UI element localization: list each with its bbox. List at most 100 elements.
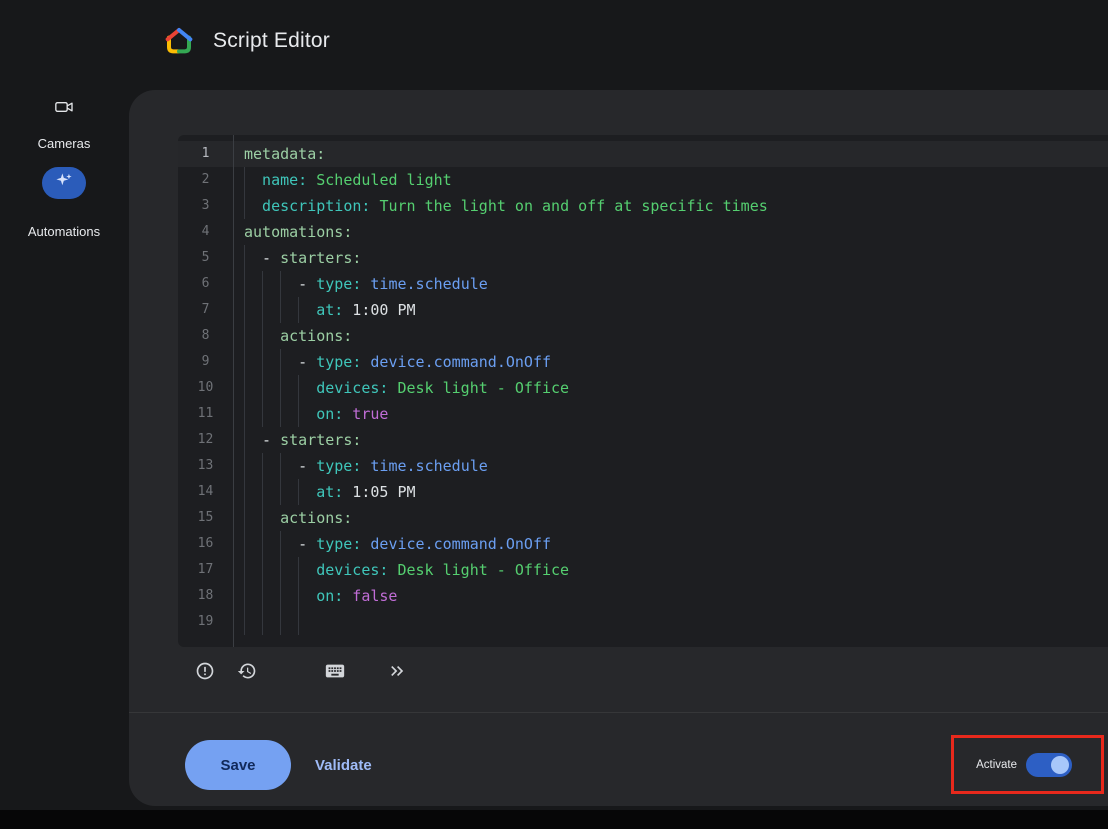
validate-button[interactable]: Validate	[315, 740, 372, 790]
line-number: 15	[178, 505, 233, 531]
error-icon	[195, 661, 215, 684]
line-number: 4	[178, 219, 233, 245]
code-line[interactable]: 10devices: Desk light - Office	[178, 375, 1108, 401]
indent-guide	[244, 245, 262, 271]
footer-divider	[129, 712, 1108, 713]
code-line[interactable]: 8actions:	[178, 323, 1108, 349]
code-line[interactable]: 1metadata:	[178, 141, 1108, 167]
code-line[interactable]: 13- type: time.schedule	[178, 453, 1108, 479]
line-number: 8	[178, 323, 233, 349]
save-button[interactable]: Save	[185, 740, 291, 790]
line-number: 13	[178, 453, 233, 479]
indent-guide	[280, 453, 298, 479]
code-line[interactable]: 12- starters:	[178, 427, 1108, 453]
sidebar-item-label: Automations	[28, 224, 100, 239]
line-number: 16	[178, 531, 233, 557]
code-line[interactable]: 2name: Scheduled light	[178, 167, 1108, 193]
editor-toolbar	[186, 650, 416, 694]
indent-guide	[298, 401, 316, 427]
sidebar-item-label: Cameras	[38, 136, 91, 151]
indent-guide	[280, 479, 298, 505]
code-text: at: 1:05 PM	[233, 483, 416, 501]
code-line[interactable]: 9- type: device.command.OnOff	[178, 349, 1108, 375]
indent-guide	[262, 583, 280, 609]
code-text	[233, 613, 316, 631]
code-text: actions:	[233, 327, 352, 345]
code-text: description: Turn the light on and off a…	[233, 197, 768, 215]
indent-guide	[262, 297, 280, 323]
line-number: 5	[178, 245, 233, 271]
indent-guide	[262, 401, 280, 427]
indent-guide	[298, 297, 316, 323]
indent-guide	[262, 531, 280, 557]
sparkle-icon	[55, 171, 74, 195]
line-number: 17	[178, 557, 233, 583]
indent-guide	[262, 271, 280, 297]
indent-guide	[262, 609, 280, 635]
code-line[interactable]: 6- type: time.schedule	[178, 271, 1108, 297]
code-text: at: 1:00 PM	[233, 301, 416, 319]
indent-guide	[244, 349, 262, 375]
line-number: 19	[178, 609, 233, 635]
line-number: 11	[178, 401, 233, 427]
code-text: - starters:	[233, 249, 361, 267]
sidebar-item-automations[interactable]: Automations	[14, 167, 114, 239]
code-line[interactable]: 16- type: device.command.OnOff	[178, 531, 1108, 557]
code-text: automations:	[233, 223, 352, 241]
code-line[interactable]: 3description: Turn the light on and off …	[178, 193, 1108, 219]
code-line[interactable]: 14at: 1:05 PM	[178, 479, 1108, 505]
indent-guide	[280, 583, 298, 609]
code-line[interactable]: 5- starters:	[178, 245, 1108, 271]
history-button[interactable]	[228, 653, 266, 691]
indent-guide	[280, 609, 298, 635]
indent-guide	[244, 323, 262, 349]
keyboard-button[interactable]	[316, 653, 354, 691]
activate-control: Activate	[976, 740, 1072, 790]
line-number: 2	[178, 167, 233, 193]
code-line[interactable]: 15actions:	[178, 505, 1108, 531]
code-text: name: Scheduled light	[233, 171, 452, 189]
code-text: - starters:	[233, 431, 361, 449]
line-number: 10	[178, 375, 233, 401]
line-number: 18	[178, 583, 233, 609]
code-text: devices: Desk light - Office	[233, 561, 569, 579]
sidebar-item-cameras[interactable]: Cameras	[14, 96, 114, 151]
code-line[interactable]: 4automations:	[178, 219, 1108, 245]
indent-guide	[244, 505, 262, 531]
indent-guide	[298, 583, 316, 609]
toggle-thumb	[1051, 756, 1069, 774]
indent-guide	[262, 557, 280, 583]
page-title: Script Editor	[213, 29, 330, 53]
code-line[interactable]: 11on: true	[178, 401, 1108, 427]
indent-guide	[244, 193, 262, 219]
line-number: 7	[178, 297, 233, 323]
indent-guide	[298, 375, 316, 401]
indent-guide	[262, 349, 280, 375]
indent-guide	[262, 479, 280, 505]
problems-button[interactable]	[186, 653, 224, 691]
line-number: 6	[178, 271, 233, 297]
code-text: - type: time.schedule	[233, 275, 488, 293]
code-text: metadata:	[233, 145, 325, 163]
keyboard-icon	[324, 660, 346, 685]
indent-guide	[244, 375, 262, 401]
line-number: 9	[178, 349, 233, 375]
code-text: on: true	[233, 405, 388, 423]
code-lines[interactable]: 1metadata:2name: Scheduled light3descrip…	[178, 135, 1108, 647]
indent-guide	[262, 453, 280, 479]
code-line[interactable]: 7at: 1:00 PM	[178, 297, 1108, 323]
activate-toggle[interactable]	[1026, 753, 1072, 777]
code-line[interactable]: 19	[178, 609, 1108, 635]
code-editor[interactable]: 1metadata:2name: Scheduled light3descrip…	[178, 135, 1108, 647]
code-line[interactable]: 18on: false	[178, 583, 1108, 609]
camera-icon	[54, 96, 74, 118]
google-home-logo	[163, 25, 195, 57]
code-line[interactable]: 17devices: Desk light - Office	[178, 557, 1108, 583]
more-tools-button[interactable]	[378, 653, 416, 691]
indent-guide	[244, 531, 262, 557]
code-text: - type: time.schedule	[233, 457, 488, 475]
indent-guide	[244, 401, 262, 427]
code-text: on: false	[233, 587, 397, 605]
indent-guide	[280, 401, 298, 427]
line-number: 3	[178, 193, 233, 219]
